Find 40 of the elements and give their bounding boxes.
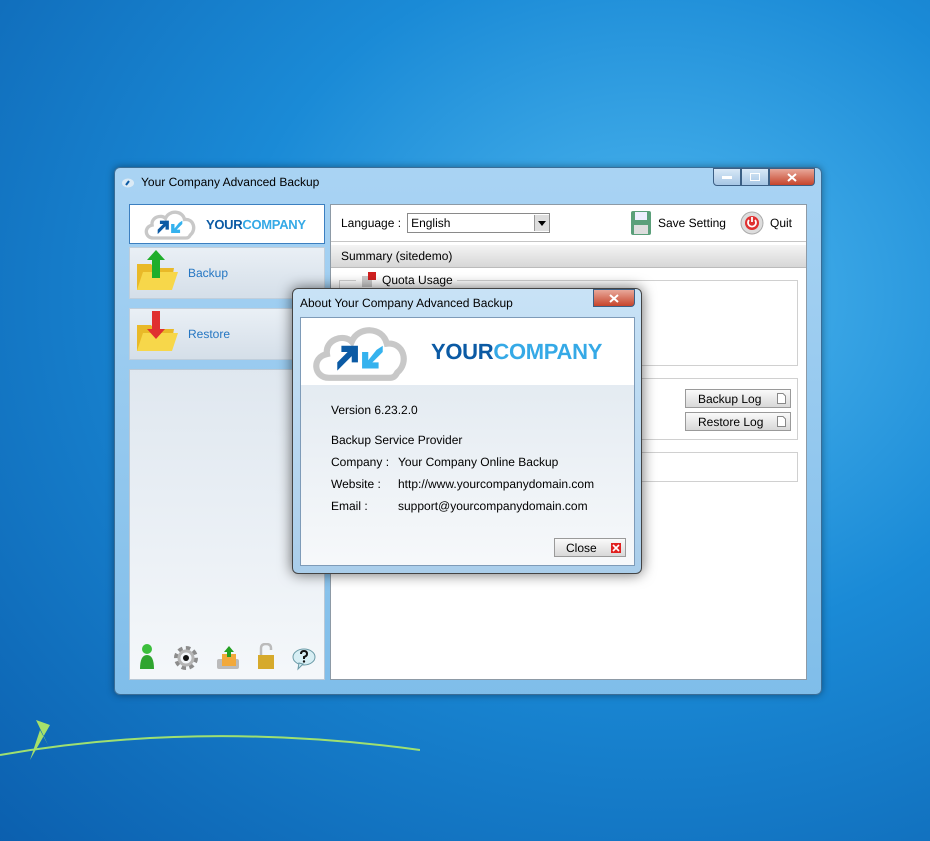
language-dropdown[interactable]: English bbox=[407, 213, 550, 233]
detail-value: support@yourcompanydomain.com bbox=[398, 499, 588, 513]
detail-value: Your Company Online Backup bbox=[398, 455, 558, 469]
close-button[interactable]: Close bbox=[554, 538, 626, 557]
maximize-button[interactable] bbox=[741, 168, 769, 186]
summary-header: Summary (sitedemo) bbox=[331, 245, 806, 268]
brand-name: YOURCOMPANY bbox=[431, 338, 602, 364]
detail-label: Company : bbox=[331, 455, 390, 469]
minimize-button[interactable] bbox=[713, 168, 741, 186]
language-label: Language : bbox=[341, 216, 402, 230]
detail-label: Website : bbox=[331, 477, 382, 491]
dialog-close-button[interactable] bbox=[593, 289, 635, 307]
dialog-title: About Your Company Advanced Backup bbox=[300, 296, 513, 310]
close-button[interactable] bbox=[769, 168, 815, 186]
user-icon[interactable] bbox=[138, 643, 156, 671]
document-icon bbox=[777, 416, 786, 427]
maximize-icon bbox=[750, 173, 760, 181]
log-button[interactable]: Restore Log bbox=[685, 412, 791, 431]
power-icon bbox=[740, 211, 764, 235]
brand-name: YOURCOMPANY bbox=[206, 216, 306, 232]
window-title: Your Company Advanced Backup bbox=[141, 175, 320, 189]
app-icon bbox=[121, 176, 135, 188]
group-title: Quota Usage bbox=[382, 273, 453, 287]
close-icon bbox=[609, 294, 619, 302]
provider-heading: Backup Service Provider bbox=[331, 433, 464, 447]
close-icon bbox=[611, 542, 621, 552]
version-text: Version 6.23.2.0 bbox=[331, 403, 419, 417]
close-icon bbox=[787, 172, 797, 182]
help-icon[interactable] bbox=[292, 647, 316, 671]
save-setting-button[interactable]: Save Setting bbox=[626, 210, 730, 236]
upload-drive-icon[interactable] bbox=[214, 645, 241, 671]
nav-item[interactable]: Backup bbox=[129, 247, 325, 299]
quit-button[interactable]: Quit bbox=[736, 211, 796, 235]
document-icon bbox=[777, 393, 786, 404]
minimize-icon bbox=[722, 176, 732, 178]
detail-label: Email : bbox=[331, 499, 369, 513]
log-button[interactable]: Backup Log bbox=[685, 389, 791, 408]
dropdown-caret-icon bbox=[538, 220, 546, 226]
settings-icon[interactable] bbox=[172, 645, 199, 671]
detail-value: http://www.yourcompanydomain.com bbox=[398, 477, 594, 491]
